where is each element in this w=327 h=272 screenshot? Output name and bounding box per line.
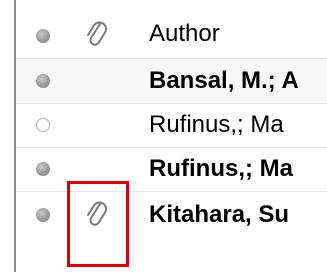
author-cell: Rufinus,; Ma (149, 155, 293, 182)
read-status-icon[interactable] (36, 118, 50, 132)
unread-status-icon[interactable] (36, 208, 50, 222)
author-cell: Kitahara, Su (149, 201, 290, 228)
unread-status-icon[interactable] (36, 162, 50, 176)
status-column-header-icon[interactable] (36, 29, 50, 43)
column-header-row: Author (16, 10, 327, 59)
author-cell: Bansal, M.; A (149, 67, 299, 94)
author-cell: Rufinus,; Ma (149, 111, 284, 138)
attachment-column-header-icon[interactable] (84, 18, 108, 50)
author-column-header[interactable]: Author (149, 20, 220, 48)
unread-status-icon[interactable] (36, 74, 50, 88)
table-row[interactable]: Bansal, M.; A (16, 59, 327, 104)
table-row[interactable]: Kitahara, Su (16, 191, 327, 239)
attachment-highlight-box (67, 181, 129, 267)
table-row[interactable]: Rufinus,; Ma (16, 147, 327, 192)
table-row[interactable]: Rufinus,; Ma (16, 103, 327, 148)
